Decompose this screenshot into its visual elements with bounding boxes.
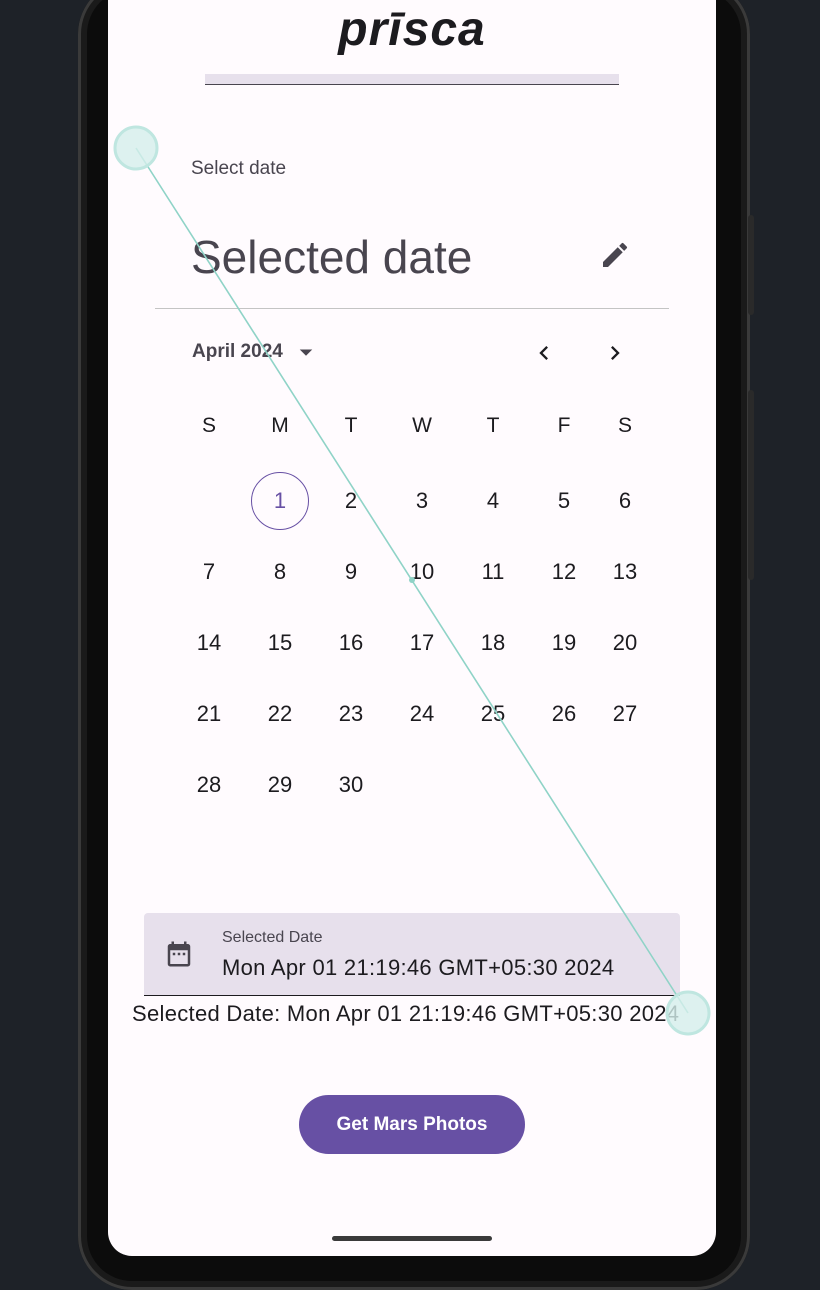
get-mars-photos-button[interactable]: Get Mars Photos xyxy=(299,1095,525,1154)
chevron-left-icon xyxy=(539,346,548,360)
power-button xyxy=(748,390,754,580)
calendar-day-19[interactable]: 19 xyxy=(535,614,593,672)
calendar-day-30[interactable]: 30 xyxy=(322,756,380,814)
previous-month-button[interactable] xyxy=(520,329,568,377)
title-underline xyxy=(205,74,619,85)
gesture-navigation-bar[interactable] xyxy=(332,1236,492,1241)
calendar-day-1[interactable]: 1 xyxy=(251,472,309,530)
date-picker-title: Select date xyxy=(191,158,287,179)
month-year-dropdown[interactable]: April 2024 xyxy=(180,330,333,374)
calendar-day-12[interactable]: 12 xyxy=(535,543,593,601)
calendar-day-20[interactable]: 20 xyxy=(596,614,654,672)
calendar-day-28[interactable]: 28 xyxy=(180,756,238,814)
weekday-label: F xyxy=(557,414,571,437)
date-field-value: Mon Apr 01 21:19:46 GMT+05:30 2024 xyxy=(222,955,615,980)
weekday-label: W xyxy=(412,414,432,437)
calendar-day-22[interactable]: 22 xyxy=(251,685,309,743)
calendar-day-24[interactable]: 24 xyxy=(393,685,451,743)
selected-date-field[interactable]: Selected Date Mon Apr 01 21:19:46 GMT+05… xyxy=(144,913,680,996)
calendar-day-11[interactable]: 11 xyxy=(464,543,522,601)
calendar-day-14[interactable]: 14 xyxy=(180,614,238,672)
calendar-day-4[interactable]: 4 xyxy=(464,472,522,530)
calendar-day-18[interactable]: 18 xyxy=(464,614,522,672)
date-field-label: Selected Date xyxy=(222,929,323,946)
calendar-day-27[interactable]: 27 xyxy=(596,685,654,743)
weekday-label: T xyxy=(486,414,500,437)
calendar-day-9[interactable]: 9 xyxy=(322,543,380,601)
calendar-day-29[interactable]: 29 xyxy=(251,756,309,814)
calendar-day-2[interactable]: 2 xyxy=(322,472,380,530)
chevron-right-icon xyxy=(611,346,620,360)
pencil-icon xyxy=(603,242,628,267)
calendar-day-15[interactable]: 15 xyxy=(251,614,309,672)
app-screen: prīsca Select date Selected date April 2… xyxy=(108,0,716,1256)
calendar-day-26[interactable]: 26 xyxy=(535,685,593,743)
app-title: prīsca xyxy=(338,3,486,56)
calendar-day-3[interactable]: 3 xyxy=(393,472,451,530)
weekday-label: T xyxy=(344,414,358,437)
date-picker-headline: Selected date xyxy=(191,231,473,283)
calendar-icon xyxy=(167,941,191,967)
calendar-day-23[interactable]: 23 xyxy=(322,685,380,743)
weekday-label: M xyxy=(271,414,289,437)
dropdown-arrow-icon xyxy=(299,349,313,356)
calendar-day-7[interactable]: 7 xyxy=(180,543,238,601)
weekday-label: S xyxy=(617,414,632,437)
calendar-day-16[interactable]: 16 xyxy=(322,614,380,672)
edit-mode-button[interactable] xyxy=(591,231,639,279)
calendar-day-6[interactable]: 6 xyxy=(596,472,654,530)
selected-date-text: Selected Date: Mon Apr 01 21:19:46 GMT+0… xyxy=(132,1001,680,1026)
calendar-day-13[interactable]: 13 xyxy=(596,543,654,601)
next-month-button[interactable] xyxy=(591,329,639,377)
month-year-label: April 2024 xyxy=(192,341,283,362)
calendar-day-21[interactable]: 21 xyxy=(180,685,238,743)
calendar-day-10[interactable]: 10 xyxy=(393,543,451,601)
calendar-day-5[interactable]: 5 xyxy=(535,472,593,530)
volume-button xyxy=(748,215,754,315)
weekday-label: S xyxy=(201,414,216,437)
header-divider xyxy=(155,308,669,309)
calendar-day-8[interactable]: 8 xyxy=(251,543,309,601)
calendar-day-25[interactable]: 25 xyxy=(464,685,522,743)
calendar-day-17[interactable]: 17 xyxy=(393,614,451,672)
